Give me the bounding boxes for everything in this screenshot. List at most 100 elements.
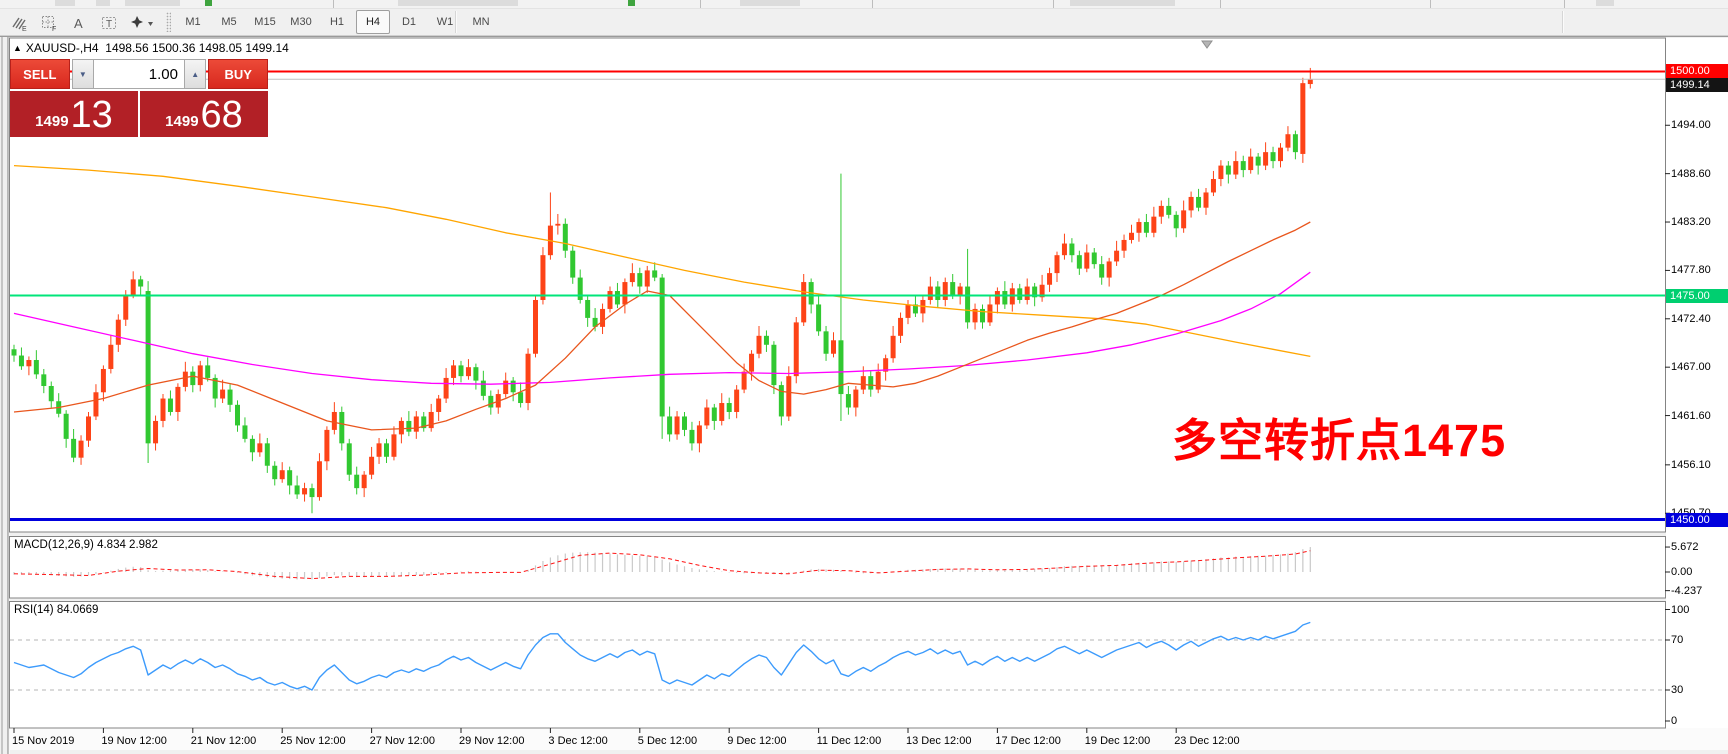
candle bbox=[824, 331, 829, 353]
price-axis-label: 1488.60 bbox=[1671, 168, 1711, 180]
volume-decrease-button[interactable]: ▼ bbox=[72, 59, 94, 89]
candle bbox=[1077, 255, 1082, 268]
date-axis-label: 21 Nov 12:00 bbox=[191, 735, 256, 747]
rsi-indicator-label: RSI(14) 84.0669 bbox=[14, 604, 98, 616]
date-axis-label: 13 Dec 12:00 bbox=[906, 735, 971, 747]
candle bbox=[734, 390, 739, 412]
candle bbox=[1136, 222, 1141, 233]
one-click-trade-panel: SELL ▼ ▲ BUY 1499 13 1499 68 bbox=[10, 59, 268, 137]
candle bbox=[1114, 251, 1119, 262]
candle bbox=[242, 425, 247, 438]
candle bbox=[891, 336, 896, 358]
candle bbox=[339, 412, 344, 443]
macd-indicator-label: MACD(12,26,9) 4.834 2.982 bbox=[14, 539, 158, 551]
candle bbox=[26, 360, 31, 366]
candle bbox=[399, 421, 404, 434]
sell-button[interactable]: SELL bbox=[10, 59, 70, 89]
collapse-icon[interactable]: ▲ bbox=[13, 43, 22, 53]
candle bbox=[779, 385, 784, 416]
candle bbox=[652, 270, 657, 277]
volume-increase-button[interactable]: ▲ bbox=[184, 59, 206, 89]
price-axis-label: 1461.60 bbox=[1671, 410, 1711, 422]
chart-symbol-period: XAUUSD-,H4 bbox=[26, 41, 99, 55]
candle bbox=[682, 416, 687, 429]
candle bbox=[995, 291, 1000, 304]
price-badge-1499.14: 1499.14 bbox=[1666, 78, 1728, 92]
candle bbox=[93, 392, 98, 416]
candle bbox=[1218, 166, 1223, 179]
buy-button[interactable]: BUY bbox=[208, 59, 268, 89]
candle bbox=[153, 421, 158, 443]
bid-price-display[interactable]: 1499 13 bbox=[10, 91, 138, 137]
candle bbox=[64, 414, 69, 439]
volume-input[interactable] bbox=[94, 59, 184, 89]
candle bbox=[49, 386, 54, 401]
price-axis-label: 1477.80 bbox=[1671, 264, 1711, 276]
candle bbox=[608, 291, 613, 309]
candle bbox=[183, 372, 188, 387]
candle bbox=[108, 345, 113, 369]
candle bbox=[347, 443, 352, 474]
candle bbox=[101, 369, 106, 392]
candle bbox=[1248, 157, 1253, 170]
candle bbox=[1144, 222, 1149, 233]
candle bbox=[1122, 240, 1127, 251]
price-axis-label: 1467.00 bbox=[1671, 361, 1711, 373]
candle bbox=[205, 365, 210, 378]
candle bbox=[391, 434, 396, 456]
candle bbox=[987, 304, 992, 322]
candle bbox=[473, 367, 478, 380]
candle bbox=[831, 340, 836, 353]
candle bbox=[481, 381, 486, 396]
candle bbox=[116, 320, 121, 345]
candle bbox=[190, 372, 195, 385]
candle bbox=[1151, 217, 1156, 233]
candle bbox=[19, 356, 24, 367]
candle bbox=[265, 443, 270, 465]
price-badge-1500.00: 1500.00 bbox=[1666, 64, 1728, 78]
candle bbox=[622, 282, 627, 304]
candle bbox=[637, 273, 642, 286]
candle bbox=[742, 372, 747, 390]
candle bbox=[600, 309, 605, 327]
candle bbox=[764, 336, 769, 345]
date-axis-label: 11 Dec 12:00 bbox=[817, 735, 882, 747]
candle bbox=[749, 354, 754, 372]
candle bbox=[1174, 215, 1179, 228]
candle bbox=[935, 287, 940, 300]
ask-price-display[interactable]: 1499 68 bbox=[140, 91, 268, 137]
candle bbox=[816, 304, 821, 331]
candle bbox=[1263, 152, 1268, 165]
price-badge-1450.00: 1450.00 bbox=[1666, 513, 1728, 527]
candle bbox=[1062, 244, 1067, 256]
price-badge-1475.00: 1475.00 bbox=[1666, 289, 1728, 303]
candle bbox=[965, 287, 970, 323]
candle bbox=[161, 399, 166, 421]
candle bbox=[235, 405, 240, 426]
candle bbox=[1300, 83, 1305, 154]
candle bbox=[712, 408, 717, 421]
candle bbox=[1092, 252, 1097, 264]
candle bbox=[310, 488, 315, 497]
candle bbox=[79, 441, 84, 458]
candle bbox=[1069, 244, 1074, 256]
candle bbox=[511, 381, 516, 393]
candle bbox=[123, 295, 128, 320]
price-axis-label: 1472.40 bbox=[1671, 313, 1711, 325]
candle bbox=[615, 291, 620, 304]
candle bbox=[324, 430, 329, 461]
candle bbox=[719, 403, 724, 421]
candle bbox=[1055, 255, 1060, 273]
candle bbox=[727, 403, 732, 412]
bid-price-main: 1499 bbox=[35, 113, 68, 130]
candle bbox=[555, 224, 560, 226]
candle bbox=[332, 412, 337, 430]
candle bbox=[168, 399, 173, 412]
candle bbox=[518, 392, 523, 403]
candle bbox=[488, 396, 493, 408]
candle bbox=[689, 430, 694, 443]
candle bbox=[675, 416, 680, 434]
candle bbox=[585, 300, 590, 318]
candle bbox=[1226, 166, 1231, 175]
candle bbox=[466, 367, 471, 376]
